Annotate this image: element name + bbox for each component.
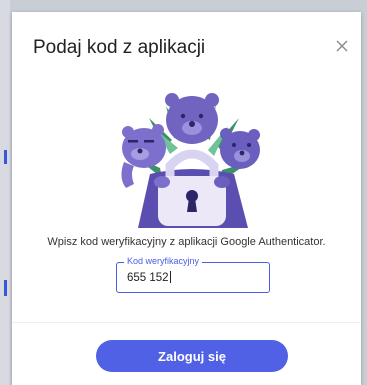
verification-code-input[interactable]: 655 152 [127, 271, 171, 284]
two-factor-dialog: Podaj kod z aplikacji Wpisz kod weryfika… [12, 12, 361, 385]
background-page-edge [0, 0, 10, 385]
text-caret [169, 271, 171, 283]
verification-code-value: 655 152 [127, 272, 169, 284]
background-page-marker [4, 280, 7, 296]
login-button[interactable]: Zaloguj się [96, 340, 288, 372]
background-page-marker [4, 150, 7, 164]
verification-code-label: Kod weryfikacyjny [124, 256, 203, 266]
footer-divider [12, 322, 361, 323]
bears-lock-illustration [121, 93, 260, 228]
close-icon[interactable] [334, 38, 350, 54]
instruction-text: Wpisz kod weryfikacyjny z aplikacji Goog… [47, 236, 326, 248]
verification-code-field[interactable]: Kod weryfikacyjny 655 152 [116, 256, 270, 293]
dialog-title: Podaj kod z aplikacji [33, 37, 206, 58]
